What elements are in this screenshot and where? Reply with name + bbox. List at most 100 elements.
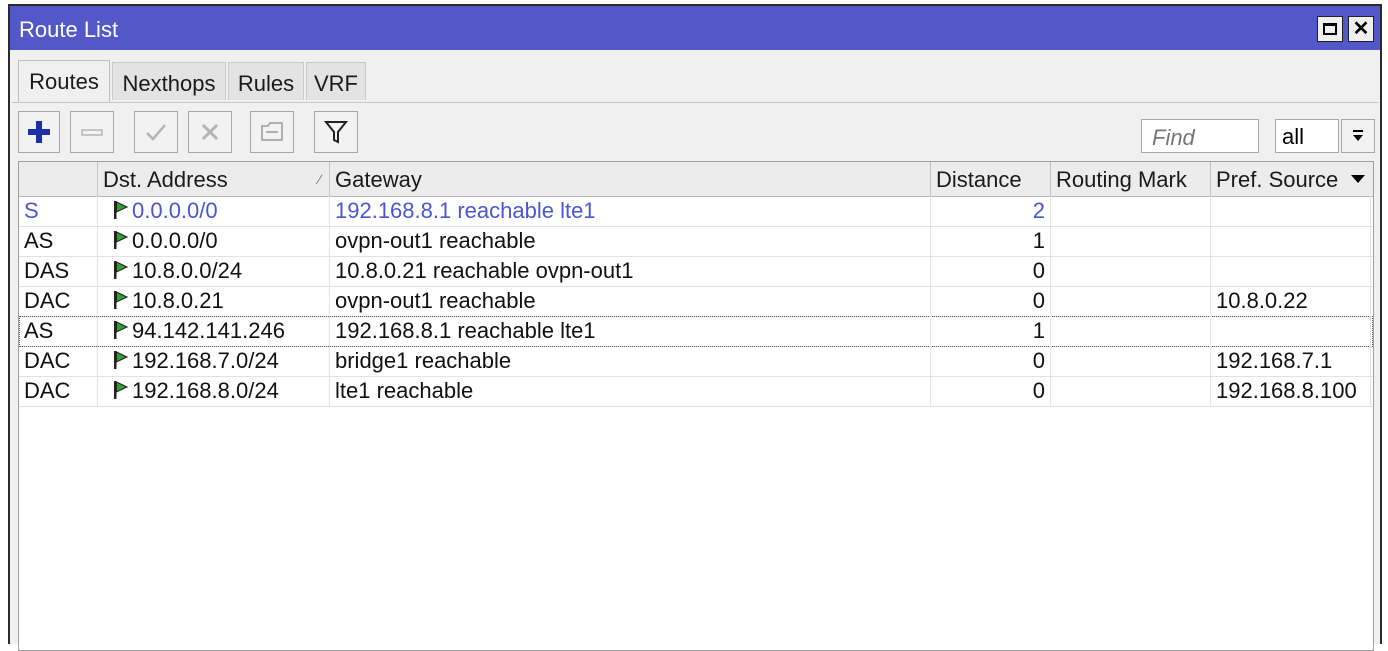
remove-button[interactable]: [70, 111, 114, 153]
route-flag-icon: [114, 261, 129, 279]
cell-dst-address: 94.142.141.246: [98, 316, 330, 346]
column-header-label: Dst. Address: [103, 167, 228, 192]
cell-dst-address: 0.0.0.0/0: [98, 226, 330, 256]
cell-pref-source: [1211, 196, 1371, 226]
cell-dst-address: 10.8.0.21: [98, 286, 330, 316]
filter-icon: [324, 121, 348, 144]
cell-routing-mark: [1051, 346, 1211, 376]
dropdown-arrow-icon: [1353, 130, 1363, 141]
cell-flags: DAC: [19, 376, 98, 406]
close-icon: ✕: [1352, 18, 1370, 40]
cell-pref-source: 192.168.8.100: [1211, 376, 1371, 406]
table-header: Dst. Address ⁄ Gateway Distance Routing …: [19, 162, 1373, 197]
column-menu-button[interactable]: [1343, 162, 1373, 196]
tab-rules[interactable]: Rules: [228, 62, 304, 100]
cell-flags: AS: [19, 316, 98, 346]
enable-button[interactable]: [134, 111, 178, 153]
cell-gateway: lte1 reachable: [330, 376, 931, 406]
cell-pref-source: [1211, 316, 1371, 346]
cell-flags: S: [19, 196, 98, 226]
route-flag-icon: [114, 231, 129, 249]
cell-gateway: 10.8.0.21 reachable ovpn-out1: [330, 256, 931, 286]
route-flag-icon: [114, 381, 129, 399]
cell-flags: DAC: [19, 346, 98, 376]
column-header-distance[interactable]: Distance: [931, 162, 1051, 196]
cell-dst-address: 10.8.0.0/24: [98, 256, 330, 286]
cell-distance: 1: [931, 316, 1051, 346]
dst-address-text: 10.8.0.0/24: [132, 258, 243, 283]
route-flag-icon: [114, 201, 129, 219]
dst-address-text: 94.142.141.246: [132, 318, 285, 343]
route-flag-icon: [114, 321, 129, 339]
dst-address-text: 0.0.0.0/0: [132, 198, 218, 223]
table-row[interactable]: DAC 192.168.8.0/24 lte1 reachable 0 192.168.…: [19, 376, 1373, 407]
disable-icon: [201, 123, 219, 141]
cell-distance: 1: [931, 226, 1051, 256]
cell-routing-mark: [1051, 196, 1211, 226]
table-row[interactable]: AS 0.0.0.0/0 ovpn-out1 reachable 1: [19, 226, 1373, 257]
add-button[interactable]: [18, 111, 60, 153]
column-header-dst-address[interactable]: Dst. Address ⁄: [98, 162, 330, 196]
cell-flags: DAC: [19, 286, 98, 316]
cell-routing-mark: [1051, 316, 1211, 346]
route-flag-icon: [114, 351, 129, 369]
cell-routing-mark: [1051, 376, 1211, 406]
dst-address-text: 192.168.7.0/24: [132, 348, 279, 373]
window-title: Route List: [19, 17, 119, 42]
route-flag-icon: [114, 291, 129, 309]
cell-routing-mark: [1051, 226, 1211, 256]
cell-distance: 0: [931, 346, 1051, 376]
cell-dst-address: 0.0.0.0/0: [98, 196, 330, 226]
dst-address-text: 0.0.0.0/0: [132, 228, 218, 253]
cell-distance: 0: [931, 256, 1051, 286]
close-button[interactable]: ✕: [1348, 16, 1374, 42]
title-bar[interactable]: Route List ✕: [10, 6, 1380, 50]
cell-gateway: 192.168.8.1 reachable lte1: [330, 316, 931, 346]
column-header-flags[interactable]: [19, 162, 98, 196]
filter-dropdown-button[interactable]: [1341, 119, 1375, 153]
cell-dst-address: 192.168.7.0/24: [98, 346, 330, 376]
cell-routing-mark: [1051, 286, 1211, 316]
filter-select[interactable]: all: [1275, 119, 1339, 153]
cell-pref-source: 10.8.0.22: [1211, 286, 1371, 316]
add-icon: [28, 121, 50, 143]
cell-distance: 0: [931, 376, 1051, 406]
route-list-window: Route List ✕ Routes Nexthops Rules VRF F…: [8, 4, 1382, 651]
toolbar: all: [12, 102, 1378, 159]
cell-gateway: 192.168.8.1 reachable lte1: [330, 196, 931, 226]
find-input[interactable]: [1141, 119, 1259, 153]
cell-gateway: ovpn-out1 reachable: [330, 226, 931, 256]
filter-button[interactable]: [314, 111, 358, 153]
comment-icon: [261, 122, 283, 141]
column-header-gateway[interactable]: Gateway: [330, 162, 931, 196]
disable-button[interactable]: [188, 111, 232, 153]
table-row[interactable]: S 0.0.0.0/0 192.168.8.1 reachable lte1 2: [19, 196, 1373, 227]
cell-distance: 2: [931, 196, 1051, 226]
cell-distance: 0: [931, 286, 1051, 316]
sort-indicator-icon: ⁄: [318, 171, 321, 187]
chevron-down-icon: [1351, 175, 1365, 183]
tab-nexthops[interactable]: Nexthops: [112, 62, 226, 100]
comment-button[interactable]: [250, 111, 294, 153]
enable-icon: [146, 124, 166, 141]
cell-gateway: bridge1 reachable: [330, 346, 931, 376]
tab-vrf[interactable]: VRF: [306, 62, 366, 100]
table-row[interactable]: DAS 10.8.0.0/24 10.8.0.21 reachable ovpn-o…: [19, 256, 1373, 287]
maximize-icon: [1323, 23, 1337, 35]
cell-pref-source: [1211, 256, 1371, 286]
column-header-routing-mark[interactable]: Routing Mark: [1051, 162, 1211, 196]
tab-routes[interactable]: Routes: [18, 60, 110, 102]
cell-flags: AS: [19, 226, 98, 256]
cell-routing-mark: [1051, 256, 1211, 286]
table-row[interactable]: DAC 10.8.0.21 ovpn-out1 reachable 0 10.8.0.2…: [19, 286, 1373, 317]
cell-pref-source: [1211, 226, 1371, 256]
dst-address-text: 10.8.0.21: [132, 288, 224, 313]
table-row[interactable]: DAC 192.168.7.0/24 bridge1 reachable 0 192.1…: [19, 346, 1373, 377]
cell-flags: DAS: [19, 256, 98, 286]
dst-address-text: 192.168.8.0/24: [132, 378, 279, 403]
column-header-pref-source[interactable]: Pref. Source: [1211, 162, 1345, 196]
table-row[interactable]: AS 94.142.141.246 192.168.8.1 reachable lt…: [19, 316, 1373, 347]
maximize-button[interactable]: [1317, 16, 1343, 42]
remove-icon: [81, 129, 103, 136]
cell-pref-source: 192.168.7.1: [1211, 346, 1371, 376]
